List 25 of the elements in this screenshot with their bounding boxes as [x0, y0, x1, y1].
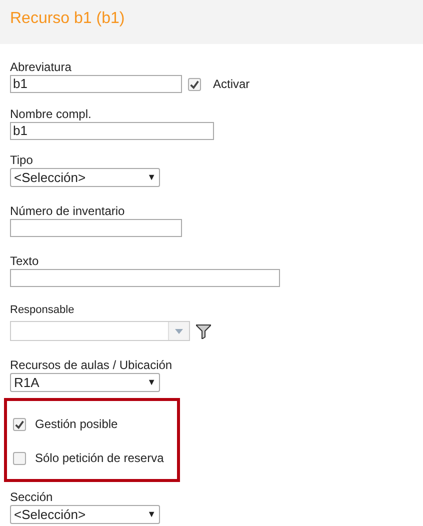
- checkbox-label: Sólo petición de reserva: [35, 451, 164, 465]
- dropdown[interactable]: R1A ▼: [10, 373, 160, 392]
- checkbox[interactable]: [13, 418, 26, 430]
- field-label: Número de inventario: [10, 204, 126, 218]
- checkbox[interactable]: [13, 452, 26, 464]
- dropdown[interactable]: <Selección> ▼: [10, 168, 160, 187]
- input-field[interactable]: [10, 269, 280, 287]
- checkbox-label: Activar: [213, 77, 250, 91]
- field-label: Texto: [10, 254, 40, 268]
- field-label: Recursos de aulas / Ubicación: [10, 358, 174, 372]
- filter-icon[interactable]: [196, 324, 211, 338]
- input-field[interactable]: b1: [10, 75, 182, 93]
- field-label: Tipo: [10, 153, 34, 167]
- combo-field[interactable]: [10, 321, 190, 341]
- field-label: Abreviatura: [10, 60, 72, 74]
- field-label: Responsable: [10, 303, 76, 317]
- checkbox[interactable]: [188, 78, 201, 90]
- input-field[interactable]: [10, 219, 182, 237]
- dropdown[interactable]: <Selección> ▼: [10, 505, 160, 524]
- caret-icon: [175, 328, 183, 334]
- field-label: Sección: [10, 490, 54, 504]
- field-label: Nombre compl.: [10, 107, 92, 121]
- input-field[interactable]: b1: [10, 122, 214, 140]
- checkbox-label: Gestión posible: [35, 417, 118, 431]
- window-title: Recurso b1 (b1): [10, 10, 125, 28]
